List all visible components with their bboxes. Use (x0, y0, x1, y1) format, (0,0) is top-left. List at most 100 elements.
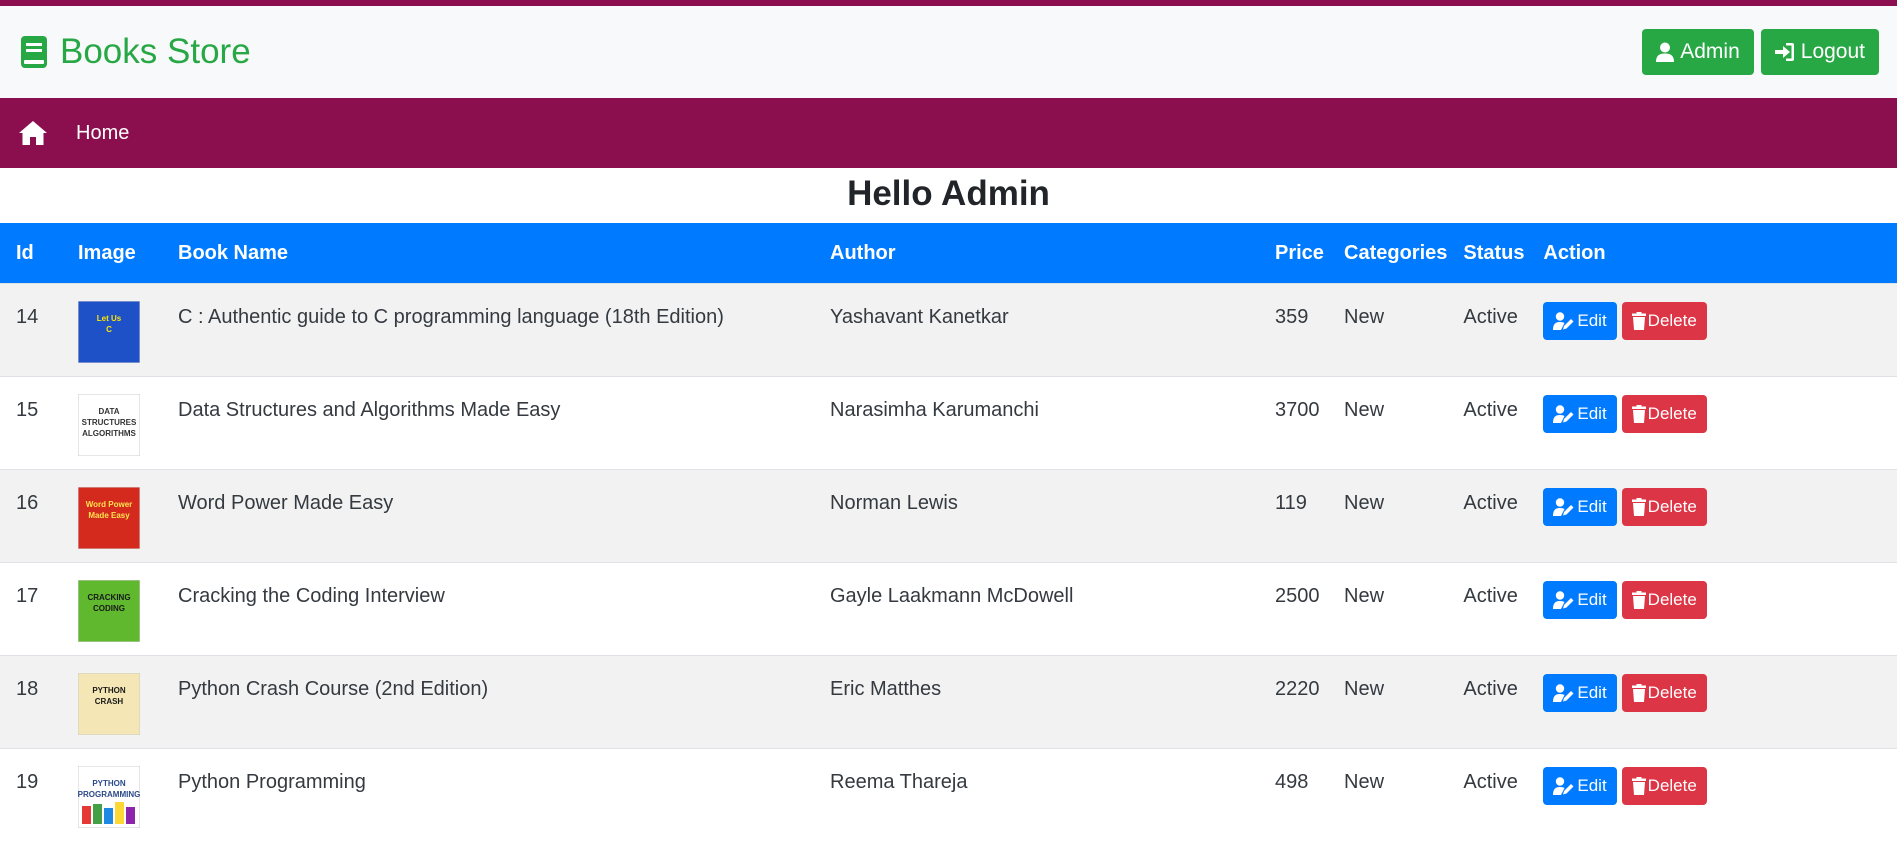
cell-book-name: Python Crash Course (2nd Edition) (162, 655, 814, 749)
cell-author: Narasimha Karumanchi (814, 376, 1259, 470)
delete-button[interactable]: Delete (1621, 488, 1707, 526)
cell-action: Edit Delete (1527, 655, 1897, 749)
cell-action: Edit Delete (1527, 562, 1897, 656)
trash-icon (1631, 684, 1646, 702)
cell-author: Eric Matthes (814, 655, 1259, 749)
table-row: 14 Let Us C C : Authentic guide to C prog… (0, 283, 1897, 377)
edit-button[interactable]: Edit (1543, 395, 1617, 433)
user-edit-icon (1553, 684, 1574, 702)
nav-home-link[interactable]: Home (76, 122, 129, 145)
cell-image: CRACKING CODING (62, 562, 162, 656)
delete-button[interactable]: Delete (1621, 302, 1707, 340)
edit-label: Edit (1577, 404, 1607, 423)
svg-text:PROGRAMMING: PROGRAMMING (78, 790, 140, 799)
cell-id: 17 (0, 562, 62, 656)
cell-category: New (1328, 748, 1448, 842)
header: Books Store Admin Logout (0, 6, 1897, 98)
cell-status: Active (1447, 283, 1528, 377)
column-header-price: Price (1275, 241, 1324, 264)
cell-image: Let Us C (62, 283, 162, 377)
delete-button[interactable]: Delete (1621, 674, 1707, 712)
cell-author: Reema Thareja (814, 748, 1259, 842)
admin-button[interactable]: Admin (1642, 29, 1754, 75)
svg-text:C: C (106, 325, 112, 334)
user-edit-icon (1553, 777, 1574, 795)
delete-label: Delete (1647, 776, 1697, 795)
page-title: Hello Admin (847, 174, 1050, 213)
cell-image: PYTHON PROGRAMMING (62, 748, 162, 842)
book-icon (21, 36, 47, 68)
edit-label: Edit (1577, 683, 1607, 702)
cell-price: 2500 (1259, 562, 1328, 656)
delete-button[interactable]: Delete (1621, 395, 1707, 433)
cell-book-name: Python Programming (162, 748, 814, 842)
edit-button[interactable]: Edit (1543, 674, 1617, 712)
svg-text:Let Us: Let Us (97, 314, 122, 323)
svg-text:PYTHON: PYTHON (92, 779, 126, 788)
cell-action: Edit Delete (1527, 469, 1897, 563)
table-header-row: Id Image Book Name Author Price Categori… (0, 223, 1897, 284)
svg-text:DATA: DATA (98, 407, 119, 416)
edit-button[interactable]: Edit (1543, 767, 1617, 805)
cell-category: New (1328, 469, 1448, 563)
sign-in-icon (1774, 43, 1794, 61)
table-row: 19 PYTHON PROGRAMMING Python Programming … (0, 748, 1897, 842)
column-header-status: Status (1463, 241, 1525, 264)
book-cover-image: CRACKING CODING (78, 580, 140, 642)
table-row: 15 DATA STRUCTURES ALGORITHMS Data Structu… (0, 376, 1897, 470)
delete-label: Delete (1647, 404, 1697, 423)
table-row: 17 CRACKING CODING Cracking the Coding In… (0, 562, 1897, 656)
cell-book-name: Word Power Made Easy (162, 469, 814, 563)
cell-action: Edit Delete (1527, 376, 1897, 470)
brand-title: Books Store (60, 32, 251, 71)
book-cover-image: PYTHON CRASH (78, 673, 140, 735)
cell-author: Norman Lewis (814, 469, 1259, 563)
cell-id: 15 (0, 376, 62, 470)
brand[interactable]: Books Store (20, 32, 251, 72)
svg-text:Word Power: Word Power (86, 500, 133, 509)
user-edit-icon (1553, 498, 1574, 516)
book-cover-image: DATA STRUCTURES ALGORITHMS (78, 394, 140, 456)
delete-button[interactable]: Delete (1621, 581, 1707, 619)
cell-book-name: Cracking the Coding Interview (162, 562, 814, 656)
home-icon[interactable] (18, 120, 48, 146)
cell-price: 3700 (1259, 376, 1328, 470)
edit-button[interactable]: Edit (1543, 488, 1617, 526)
delete-label: Delete (1647, 311, 1697, 330)
book-cover-image: Let Us C (78, 301, 140, 363)
table-row: 18 PYTHON CRASH Python Crash Course (2nd … (0, 655, 1897, 749)
cell-status: Active (1447, 748, 1528, 842)
edit-button[interactable]: Edit (1543, 302, 1617, 340)
cell-book-name: Data Structures and Algorithms Made Easy (162, 376, 814, 470)
cell-image: DATA STRUCTURES ALGORITHMS (62, 376, 162, 470)
logout-label: Logout (1800, 40, 1865, 63)
cell-id: 16 (0, 469, 62, 563)
admin-label: Admin (1680, 40, 1740, 63)
delete-button[interactable]: Delete (1621, 767, 1707, 805)
svg-text:ALGORITHMS: ALGORITHMS (82, 429, 136, 438)
edit-label: Edit (1577, 311, 1607, 330)
cell-image: PYTHON CRASH (62, 655, 162, 749)
cell-status: Active (1447, 562, 1528, 656)
trash-icon (1631, 777, 1646, 795)
edit-button[interactable]: Edit (1543, 581, 1617, 619)
delete-label: Delete (1647, 497, 1697, 516)
table-row: 16 Word Power Made Easy Word Power Made E… (0, 469, 1897, 563)
edit-label: Edit (1577, 590, 1607, 609)
cell-author: Yashavant Kanetkar (814, 283, 1259, 377)
cell-author: Gayle Laakmann McDowell (814, 562, 1259, 656)
trash-icon (1631, 312, 1646, 330)
column-header-action: Action (1543, 241, 1606, 264)
cell-category: New (1328, 655, 1448, 749)
svg-text:CODING: CODING (93, 604, 125, 613)
trash-icon (1631, 405, 1646, 423)
cell-status: Active (1447, 655, 1528, 749)
cell-price: 498 (1259, 748, 1328, 842)
svg-text:Made Easy: Made Easy (88, 511, 130, 520)
user-edit-icon (1553, 405, 1574, 423)
logout-button[interactable]: Logout (1760, 29, 1879, 75)
column-header-categories: Categories (1344, 241, 1448, 264)
column-header-book-name: Book Name (178, 241, 289, 264)
cell-category: New (1328, 376, 1448, 470)
trash-icon (1631, 591, 1646, 609)
